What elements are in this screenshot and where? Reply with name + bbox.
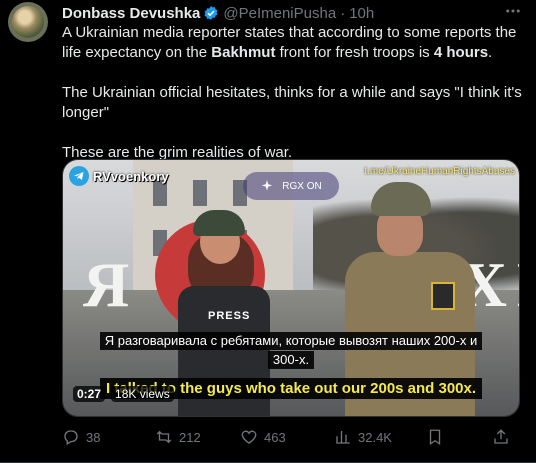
video-player[interactable]: Я БАХМ PRESS RVvoenkory t.me/Ukraine: [62, 159, 520, 417]
press-label: PRESS: [208, 310, 251, 322]
video-views: 18K views: [111, 386, 174, 402]
subtitle-ru-line-2: 300-х.: [267, 351, 315, 369]
views-count: 32.4K: [358, 429, 392, 445]
separator-dot: ·: [340, 4, 346, 22]
tweet-time[interactable]: 10h: [349, 5, 374, 22]
reply-count: 38: [86, 429, 101, 445]
like-icon: [241, 430, 257, 444]
channel-label: RVvoenkory: [69, 166, 169, 186]
retweet-count: 212: [179, 429, 201, 445]
like-button[interactable]: 463: [240, 428, 286, 446]
retweet-button[interactable]: 212: [155, 428, 201, 446]
tweet-text: A Ukrainian media reporter states that a…: [62, 23, 522, 163]
sign-letter: Я: [83, 249, 140, 320]
verified-badge-icon: [204, 6, 218, 20]
sparkle-icon: [262, 180, 273, 191]
reply-button[interactable]: 38: [62, 428, 100, 446]
rgx-label: RGX ON: [282, 180, 322, 192]
channel-name: RVvoenkory: [93, 168, 169, 184]
share-icon: [494, 429, 508, 444]
video-meta: 0:27 18K views: [73, 386, 174, 402]
reply-icon: [64, 430, 78, 445]
video-elapsed: 0:27: [73, 386, 106, 402]
retweet-icon: [156, 430, 172, 444]
text-bold-hours: 4 hours: [433, 44, 489, 61]
share-button[interactable]: [492, 428, 510, 446]
bookmark-icon: [429, 429, 441, 446]
tweet-paragraph-2: The Ukrainian official hesitates, thinks…: [62, 84, 522, 121]
author-name[interactable]: Donbass Devushka: [62, 5, 200, 22]
action-bar: 38 212 463 32.4K: [62, 428, 522, 448]
views-button[interactable]: 32.4K: [334, 428, 392, 446]
avatar[interactable]: [8, 2, 48, 42]
author-handle[interactable]: @PeImeniPusha: [223, 5, 336, 22]
tweet[interactable]: Donbass Devushka @PeImeniPusha · 10h A U…: [0, 0, 536, 463]
tweet-header: Donbass Devushka @PeImeniPusha · 10h: [62, 3, 374, 23]
more-icon[interactable]: [504, 2, 522, 25]
tweet-paragraph-1: A Ukrainian media reporter states that a…: [62, 23, 522, 63]
telegram-icon: [69, 166, 89, 186]
like-count: 463: [264, 429, 286, 445]
subtitle-ru-line-1: Я разговаривала с ребятами, которые выво…: [99, 332, 483, 350]
text-bold-bakhmut: Bakhmut: [211, 44, 276, 61]
rgx-toggle[interactable]: RGX ON: [243, 172, 339, 200]
text-part: .: [488, 44, 493, 61]
views-icon: [336, 431, 350, 444]
text-part: front for fresh troops is: [275, 44, 434, 61]
bookmark-button[interactable]: [426, 428, 444, 446]
watermark: t.me/UkraineHumanRightsAbuses: [364, 166, 515, 177]
subtitle-russian: Я разговаривала с ребятами, которые выво…: [63, 332, 519, 369]
